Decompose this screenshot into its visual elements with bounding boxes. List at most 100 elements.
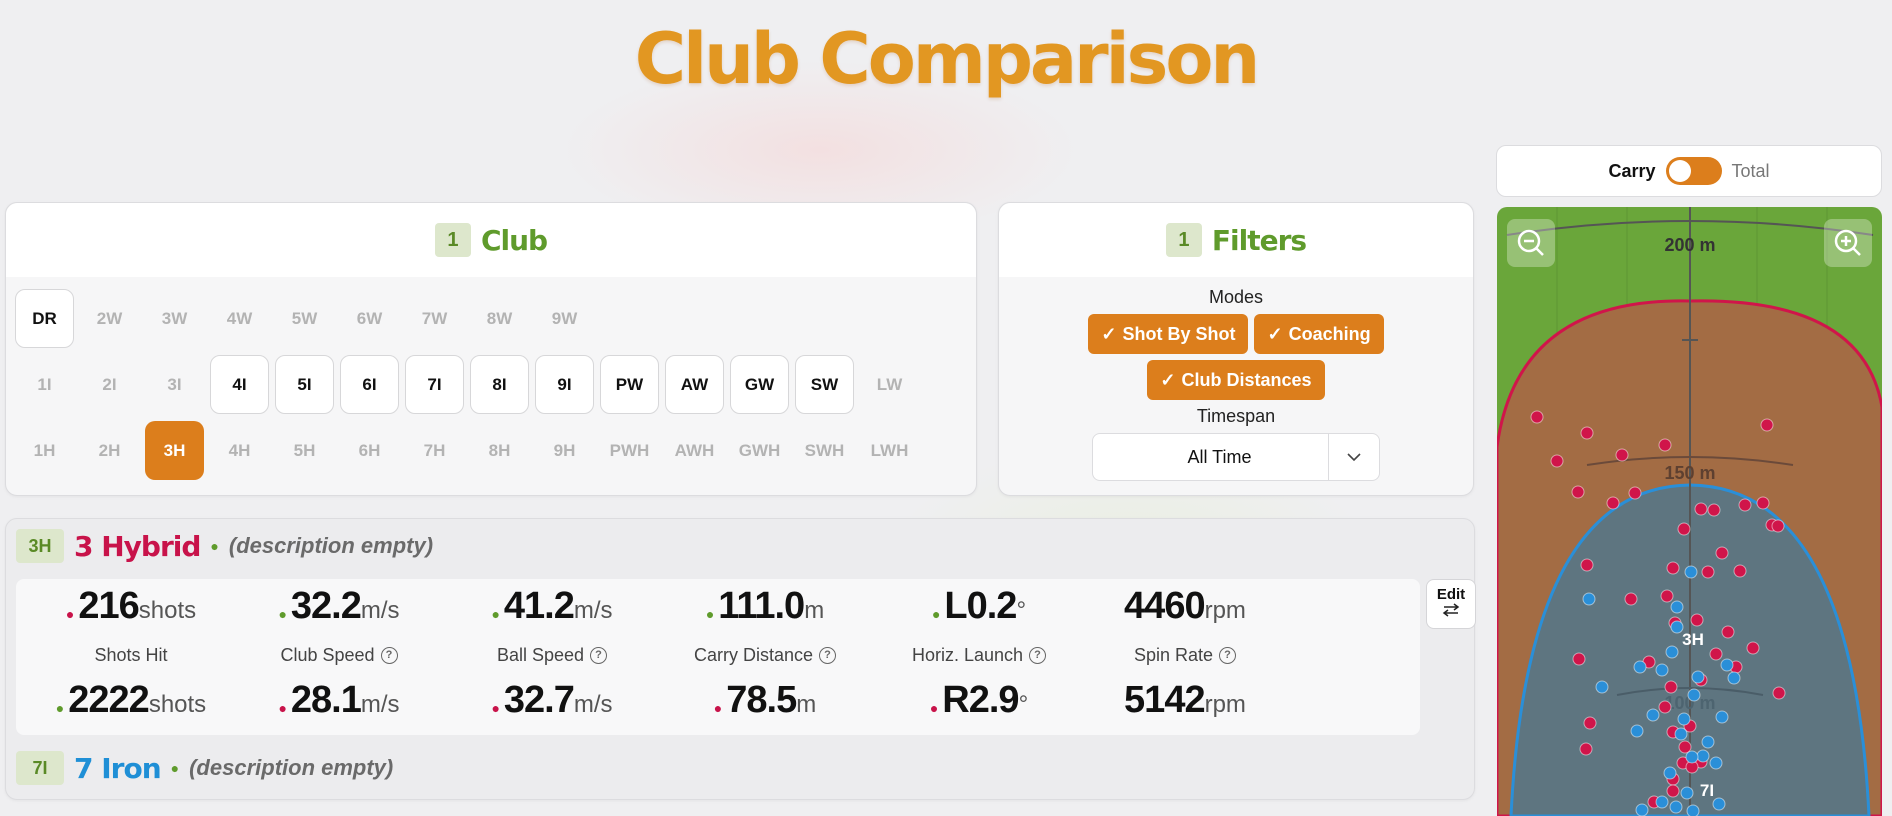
club-button-dr[interactable]: DR bbox=[15, 289, 74, 348]
club-button-2i: 2I bbox=[102, 374, 117, 394]
club-button-pw[interactable]: PW bbox=[600, 355, 659, 414]
club-button-gwh: GWH bbox=[738, 440, 781, 460]
mode-chip-label: Coaching bbox=[1288, 323, 1371, 344]
club-marker-label: 7I bbox=[1700, 781, 1714, 800]
shot-point-3h bbox=[1738, 498, 1752, 512]
page-title: Club Comparison bbox=[634, 18, 1261, 100]
stat-number: 41.2 bbox=[503, 585, 575, 627]
chevron-down-icon[interactable] bbox=[1328, 434, 1379, 480]
edit-button[interactable]: Edit bbox=[1426, 579, 1476, 629]
help-icon[interactable]: ? bbox=[819, 647, 837, 664]
club-panel: 1 Club DR 2W 3W 4W 5W 6W 7W 8W 9W 1I 2I 3I 4I 5I 6I 7I 8… bbox=[5, 202, 977, 496]
shot-point-7i bbox=[1655, 795, 1669, 809]
club-button-4h: 4H bbox=[228, 440, 251, 460]
club-description: (description empty) bbox=[189, 755, 394, 780]
swap-arrows-icon bbox=[1442, 603, 1460, 617]
shot-point-3h bbox=[1690, 613, 1704, 627]
stat-caption-text: Ball Speed bbox=[496, 645, 585, 665]
club-button-sw[interactable]: SW bbox=[795, 355, 854, 414]
check-icon: ✓ bbox=[1160, 369, 1176, 390]
club-button-4i[interactable]: 4I bbox=[210, 355, 269, 414]
mode-chip-club-distances[interactable]: ✓ Club Distances bbox=[1147, 360, 1325, 400]
stat-unit: rpm bbox=[1204, 691, 1246, 718]
club-row: DR 2W 3W 4W 5W 6W 7W 8W 9W bbox=[15, 289, 919, 348]
shot-point-7i bbox=[1665, 645, 1679, 659]
stat-dot: ● bbox=[931, 605, 941, 622]
shot-point-7i bbox=[1663, 766, 1677, 780]
stat-value-top: 4460rpm bbox=[1100, 585, 1270, 628]
club-button-9w: 9W bbox=[551, 308, 578, 328]
stat-caption: Carry Distance? bbox=[680, 645, 850, 666]
stat-value-bottom: ● R2.9° bbox=[894, 679, 1064, 722]
club-button-5i[interactable]: 5I bbox=[275, 355, 334, 414]
help-icon[interactable]: ? bbox=[380, 647, 398, 664]
timespan-select[interactable]: All Time bbox=[1092, 433, 1380, 481]
timespan-value: All Time bbox=[1187, 446, 1252, 467]
stat-value-top: ● 111.0m bbox=[680, 585, 850, 628]
zoom-out-button[interactable] bbox=[1507, 219, 1555, 267]
club-button-7i[interactable]: 7I bbox=[405, 355, 464, 414]
shot-point-3h bbox=[1660, 589, 1674, 603]
mode-chip-coaching[interactable]: ✓ Coaching bbox=[1254, 314, 1384, 354]
stat-number: 32.2 bbox=[290, 585, 362, 627]
club-button-6i[interactable]: 6I bbox=[340, 355, 399, 414]
club-button-8i[interactable]: 8I bbox=[470, 355, 529, 414]
stat-unit: m bbox=[796, 691, 817, 718]
mode-chip-shot-by-shot[interactable]: ✓ Shot By Shot bbox=[1088, 314, 1249, 354]
help-icon[interactable]: ? bbox=[1219, 647, 1237, 664]
stat-number: 28.1 bbox=[290, 679, 362, 721]
stat-dot: ● bbox=[491, 605, 500, 622]
stat-number: R2.9 bbox=[942, 679, 1019, 721]
toggle-switch[interactable] bbox=[1665, 157, 1722, 185]
stat-value-bottom: ● 2222shots bbox=[46, 679, 216, 722]
separator-dot: ● bbox=[170, 760, 180, 776]
stat-dot: ● bbox=[491, 699, 500, 716]
club-button-pwh: PWH bbox=[609, 440, 650, 460]
club-button-aw[interactable]: AW bbox=[665, 355, 724, 414]
toggle-label-carry[interactable]: Carry bbox=[1608, 161, 1655, 182]
zoom-in-icon bbox=[1834, 229, 1861, 256]
help-icon[interactable]: ? bbox=[1029, 647, 1047, 664]
stat-dot: ● bbox=[705, 605, 715, 622]
stat-dot: ● bbox=[278, 605, 287, 622]
help-icon[interactable]: ? bbox=[590, 647, 608, 664]
shot-point-7i bbox=[1686, 804, 1700, 816]
club-panel-title: Club bbox=[480, 223, 548, 257]
stat-caption-text: Club Speed bbox=[280, 645, 375, 665]
shot-point-7i bbox=[1712, 797, 1726, 811]
club-button-9i[interactable]: 9I bbox=[535, 355, 594, 414]
shot-point-3h bbox=[1624, 592, 1638, 606]
shot-point-7i bbox=[1685, 750, 1699, 764]
shot-point-7i bbox=[1727, 671, 1741, 685]
club-button-lwh: LWH bbox=[870, 440, 909, 460]
stat-dot: ● bbox=[278, 699, 287, 716]
zoom-in-button[interactable] bbox=[1824, 219, 1872, 267]
stat-caption: Club Speed? bbox=[254, 645, 424, 666]
stat-caption: Ball Speed? bbox=[467, 645, 637, 666]
club-button-gw[interactable]: GW bbox=[730, 355, 789, 414]
club-button-5h: 5H bbox=[293, 440, 316, 460]
shot-point-3h bbox=[1677, 522, 1691, 536]
shot-point-7i bbox=[1655, 663, 1669, 677]
modes-section: Modes ✓ Shot By Shot ✓ Coaching ✓ Club Dist… bbox=[999, 283, 1473, 481]
filters-count-badge: 1 bbox=[1165, 223, 1202, 257]
dispersion-map[interactable]: 200 m 150 m 100 m 3H 7I bbox=[1497, 207, 1882, 816]
stat-unit: ° bbox=[1018, 691, 1029, 718]
stat-number: 78.5 bbox=[726, 679, 797, 721]
club-name: 3 Hybrid bbox=[74, 529, 201, 563]
shot-point-3h bbox=[1664, 680, 1678, 694]
club-button-3w: 3W bbox=[161, 308, 188, 328]
filters-panel-header: 1 Filters bbox=[999, 203, 1473, 277]
shot-point-3h bbox=[1771, 519, 1785, 533]
club-button-7h: 7H bbox=[423, 440, 446, 460]
shot-point-3h bbox=[1760, 418, 1774, 432]
club-button-3h[interactable]: 3H bbox=[145, 421, 204, 480]
shot-point-7i bbox=[1696, 749, 1710, 763]
club-button-3i: 3I bbox=[167, 374, 182, 394]
stat-value-bottom: 5142rpm bbox=[1100, 679, 1270, 722]
toggle-label-total[interactable]: Total bbox=[1732, 161, 1770, 182]
stat-unit: rpm bbox=[1204, 597, 1246, 624]
toggle-knob bbox=[1668, 160, 1691, 182]
stat-number: 111.0 bbox=[718, 585, 805, 627]
shot-point-7i bbox=[1715, 710, 1729, 724]
